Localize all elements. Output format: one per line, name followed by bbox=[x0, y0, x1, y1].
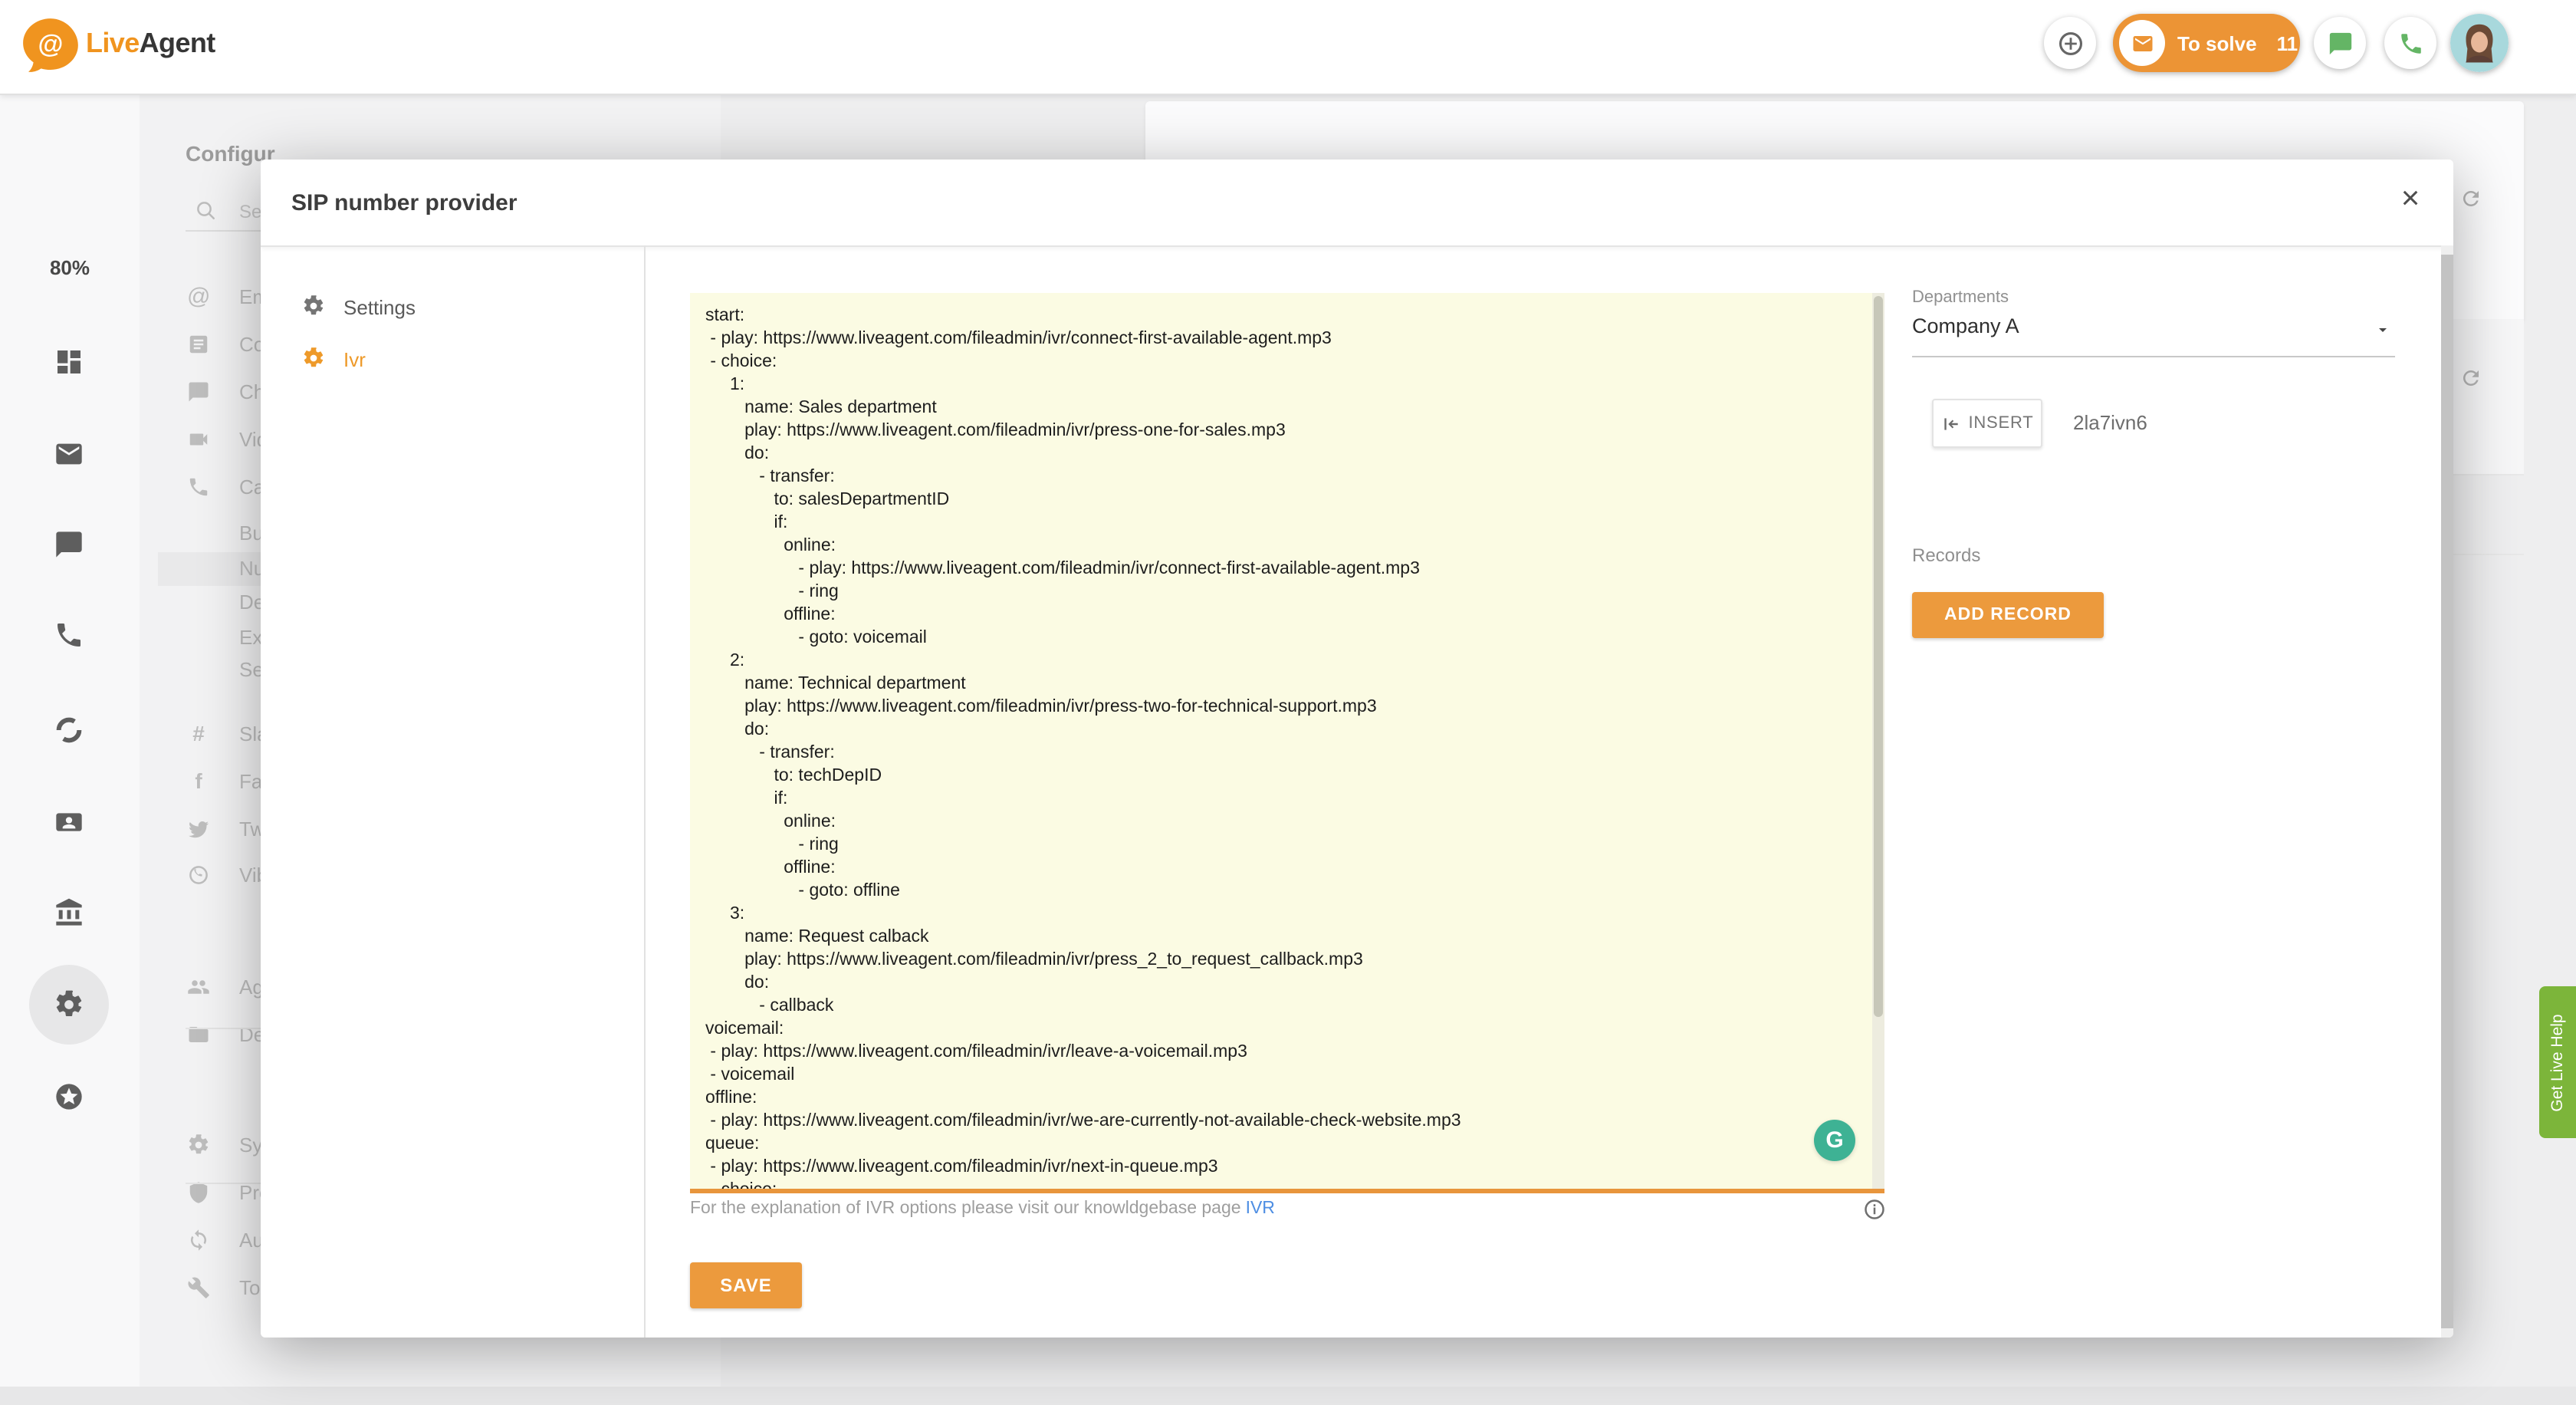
chat-sidebar-icon[interactable] bbox=[54, 529, 84, 560]
search-icon bbox=[195, 199, 218, 222]
bank-sidebar-icon[interactable] bbox=[54, 897, 84, 928]
slack-icon: # bbox=[187, 722, 210, 745]
modal-header: SIP number provider × bbox=[261, 160, 2453, 247]
editor-note: For the explanation of IVR options pleas… bbox=[690, 1199, 1275, 1218]
background-card bbox=[2447, 319, 2524, 475]
modal-nav-ivr[interactable]: Ivr bbox=[343, 348, 366, 371]
departments-label: Departments bbox=[1912, 288, 2009, 307]
records-label: Records bbox=[1912, 545, 1980, 566]
divider bbox=[1912, 356, 2395, 357]
add-record-button[interactable]: ADD RECORD bbox=[1912, 592, 2104, 638]
editor-scrollbar-thumb[interactable] bbox=[1874, 296, 1883, 1017]
screen: @ LiveAgent To solve 11 80% Configur Sea bbox=[0, 0, 2576, 1405]
calls-button[interactable] bbox=[2384, 17, 2436, 69]
chevron-down-icon[interactable] bbox=[2374, 321, 2392, 339]
envelope-sidebar-icon[interactable] bbox=[54, 439, 84, 469]
insert-code-value: 2la7ivn6 bbox=[2073, 411, 2147, 434]
live-help-label: Get Live Help bbox=[2539, 986, 2576, 1138]
plus-icon bbox=[2057, 30, 2083, 56]
live-help-tab[interactable]: Get Live Help bbox=[2539, 986, 2576, 1138]
add-button[interactable] bbox=[2044, 17, 2096, 69]
svg-text:@: @ bbox=[38, 29, 64, 58]
gear-sidebar-icon[interactable] bbox=[54, 989, 84, 1020]
twitter-icon bbox=[187, 818, 210, 841]
info-icon[interactable] bbox=[1863, 1198, 1886, 1221]
grammarly-icon[interactable]: G bbox=[1814, 1120, 1855, 1161]
ivr-editor-textarea[interactable]: start: - play: https://www.liveagent.com… bbox=[690, 293, 1884, 1193]
to-solve-button[interactable]: To solve 11 bbox=[2113, 14, 2300, 72]
refresh-icon[interactable] bbox=[2459, 367, 2482, 390]
shield-icon bbox=[187, 1181, 210, 1204]
wrench-icon bbox=[187, 1276, 210, 1299]
sip-number-provider-modal: SIP number provider × Settings Ivr start… bbox=[261, 160, 2453, 1338]
config-item-label: Ex bbox=[239, 621, 262, 655]
form-icon bbox=[187, 333, 210, 356]
config-item-label: Sy bbox=[239, 1129, 262, 1163]
chat-bubble-icon bbox=[2327, 30, 2353, 56]
modal-nav-settings[interactable]: Settings bbox=[343, 296, 416, 319]
brand-title: LiveAgent bbox=[86, 28, 215, 60]
liveagent-logo-icon[interactable]: @ bbox=[21, 17, 80, 75]
departments-select[interactable]: Company A bbox=[1912, 314, 2019, 337]
modal-scrollbar-thumb[interactable] bbox=[2441, 255, 2453, 1328]
video-icon bbox=[187, 428, 210, 451]
divider bbox=[644, 245, 646, 1338]
phone-icon bbox=[2397, 30, 2423, 56]
save-button[interactable]: SAVE bbox=[690, 1262, 802, 1308]
config-item-label: To bbox=[239, 1272, 260, 1305]
contacts-sidebar-icon[interactable] bbox=[54, 807, 84, 837]
tickets-sidebar-icon[interactable] bbox=[54, 715, 84, 745]
at-icon: @ bbox=[187, 285, 210, 308]
footer-band bbox=[0, 1387, 2576, 1405]
to-solve-label: To solve bbox=[2177, 31, 2257, 54]
envelope-badge bbox=[2119, 20, 2165, 66]
insert-button[interactable]: INSERT bbox=[1932, 399, 2042, 448]
ivr-knowledgebase-link[interactable]: IVR bbox=[1246, 1199, 1275, 1218]
insert-label: INSERT bbox=[1968, 414, 2033, 433]
chats-button[interactable] bbox=[2314, 17, 2366, 69]
phone-sidebar-icon[interactable] bbox=[54, 620, 84, 650]
gear-icon bbox=[302, 294, 325, 318]
gear-icon bbox=[302, 347, 325, 370]
refresh-icon[interactable] bbox=[2459, 187, 2482, 210]
divider bbox=[2447, 554, 2524, 555]
viber-icon bbox=[187, 864, 210, 887]
phone-icon bbox=[187, 475, 210, 498]
zoom-level: 80% bbox=[0, 256, 140, 279]
close-icon[interactable]: × bbox=[2392, 181, 2429, 218]
dashboard-sidebar-icon[interactable] bbox=[54, 347, 84, 377]
sync-icon bbox=[187, 1229, 210, 1252]
modal-title: SIP number provider bbox=[291, 190, 518, 216]
config-item-label: Fa bbox=[239, 765, 262, 799]
star-sidebar-icon[interactable] bbox=[54, 1081, 84, 1112]
insert-left-icon bbox=[1940, 413, 1960, 433]
avatar[interactable] bbox=[2450, 14, 2509, 72]
app-sidebar: 80% bbox=[0, 94, 141, 1405]
folder-icon bbox=[187, 1023, 210, 1046]
envelope-icon bbox=[2131, 31, 2154, 54]
chat-icon bbox=[187, 380, 210, 403]
gear-icon bbox=[187, 1134, 210, 1157]
facebook-icon: f bbox=[187, 770, 210, 793]
to-solve-count: 11 bbox=[2277, 31, 2298, 54]
app-header: @ LiveAgent To solve 11 bbox=[0, 0, 2576, 95]
people-icon bbox=[187, 976, 210, 999]
ivr-yaml-code: start: - play: https://www.liveagent.com… bbox=[690, 293, 1884, 1189]
